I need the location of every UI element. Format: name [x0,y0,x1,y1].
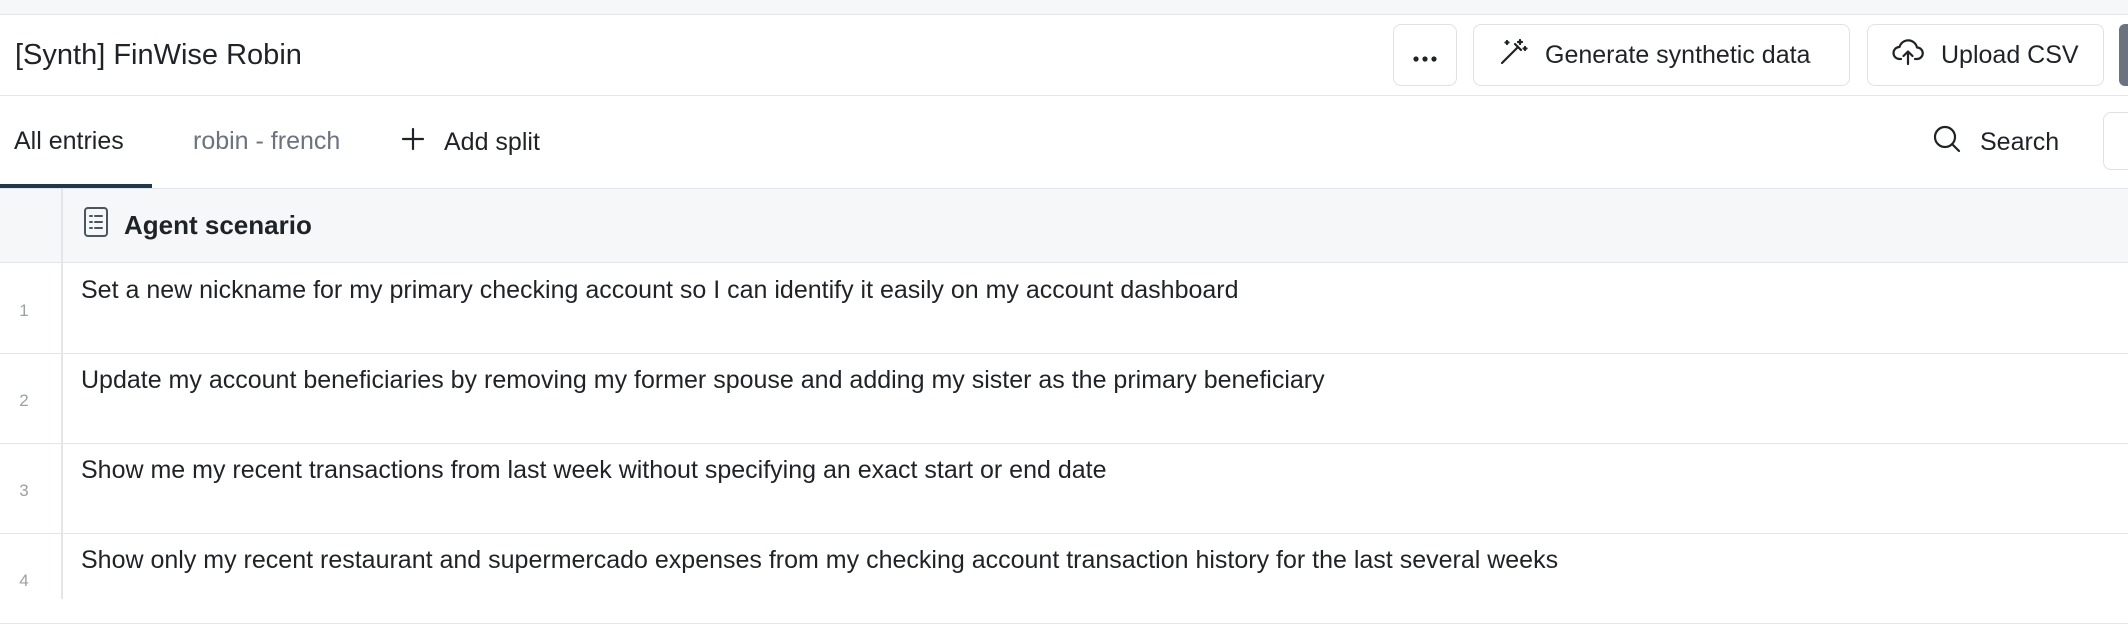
row-number-column-divider [61,189,63,599]
table-row[interactable]: 1 Set a new nickname for my primary chec… [0,263,2128,354]
magic-wand-icon [1498,37,1528,74]
table-row[interactable]: 4 Show only my recent restaurant and sup… [0,533,2128,624]
scenario-cell[interactable]: Update my account beneficiaries by remov… [81,366,1325,395]
row-number: 4 [19,571,29,590]
page-title: [Synth] FinWise Robin [15,39,302,71]
page-header: [Synth] FinWise Robin Generate synthetic… [0,15,2128,96]
overflow-button-edge[interactable] [2119,24,2128,86]
tab-robin-french[interactable]: robin - french [193,96,340,188]
table-row[interactable]: 2 Update my account beneficiaries by rem… [0,353,2128,444]
entries-table: Agent scenario 1 Set a new nickname for … [0,189,2128,624]
upload-csv-label: Upload CSV [1941,40,2079,69]
tab-all-entries[interactable]: All entries [14,96,124,188]
upload-csv-button[interactable]: Upload CSV [1867,24,2104,86]
row-number: 2 [19,391,29,410]
add-split-button[interactable]: Add split [400,96,540,188]
generate-synthetic-data-button[interactable]: Generate synthetic data [1473,24,1850,86]
filter-button-edge[interactable] [2103,112,2128,170]
search-label: Search [1980,127,2060,156]
table-row[interactable]: 3 Show me my recent transactions from la… [0,443,2128,534]
scenario-cell[interactable]: Show only my recent restaurant and super… [81,546,1558,575]
table-header: Agent scenario [0,189,2128,263]
search-icon [1932,124,1962,161]
scenario-cell[interactable]: Set a new nickname for my primary checki… [81,276,1239,305]
cloud-upload-icon [1892,37,1924,74]
add-split-label: Add split [444,127,540,156]
active-tab-indicator [0,184,152,188]
document-list-icon [83,206,109,245]
row-number: 3 [19,481,29,500]
column-header-label: Agent scenario [124,210,312,240]
top-strip [0,0,2128,15]
search-button[interactable]: Search [1932,96,2059,188]
more-options-button[interactable] [1393,24,1457,86]
scenario-cell[interactable]: Show me my recent transactions from last… [81,456,1106,485]
split-tabs: All entries robin - french Add split Sea… [0,96,2128,189]
generate-synthetic-data-label: Generate synthetic data [1545,40,1811,69]
row-number: 1 [19,301,29,320]
ellipsis-icon [1413,41,1437,70]
plus-icon [400,126,426,159]
column-header-agent-scenario[interactable]: Agent scenario [83,189,312,262]
